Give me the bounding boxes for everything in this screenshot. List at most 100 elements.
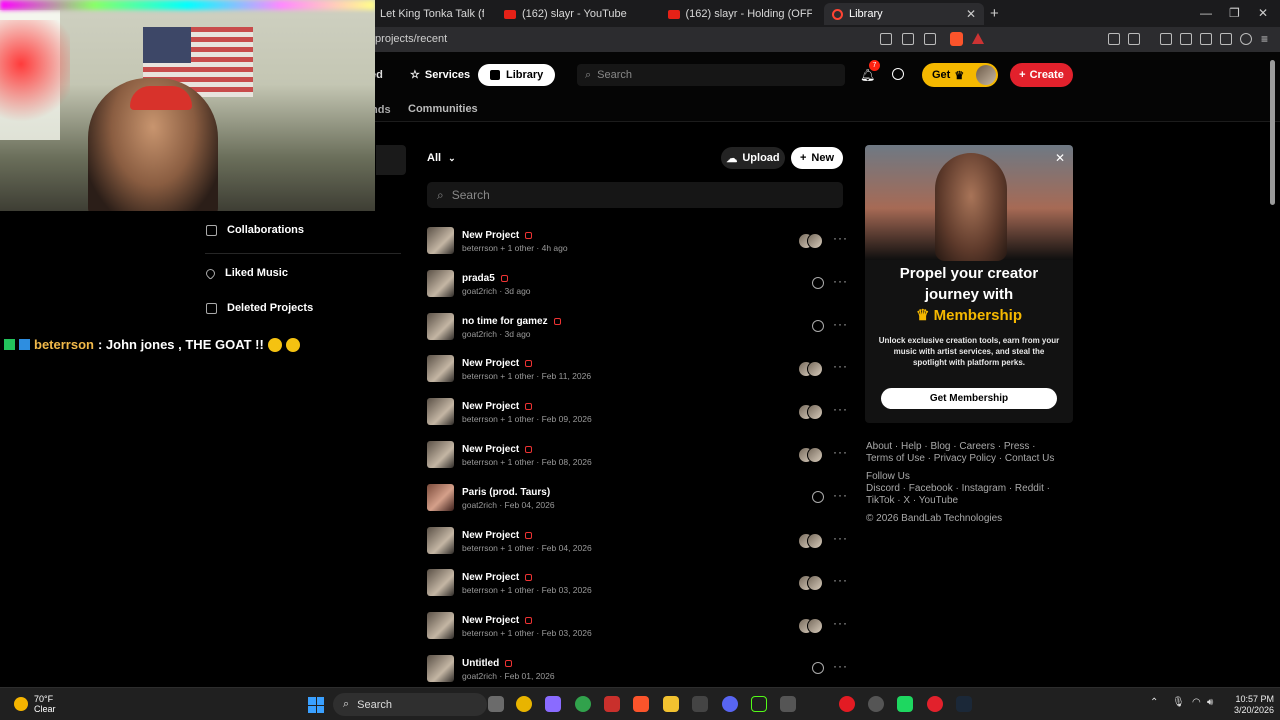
add-collaborator-icon[interactable]: [812, 490, 824, 503]
new-tab-icon[interactable]: +: [990, 5, 999, 22]
extensions-puzzle-icon[interactable]: [1108, 33, 1120, 45]
create-button[interactable]: + Create: [1010, 63, 1073, 87]
collaborator-avatars[interactable]: [798, 618, 824, 635]
minimize-icon[interactable]: —: [1200, 6, 1212, 20]
capcut-icon[interactable]: [692, 696, 708, 712]
bandlab-app-icon[interactable]: [927, 696, 943, 712]
project-title-wrap[interactable]: New Project: [462, 572, 533, 583]
project-thumbnail[interactable]: [427, 269, 454, 297]
more-options-icon[interactable]: ···: [833, 402, 848, 416]
sidebar-item-deleted-projects[interactable]: Deleted Projects: [206, 302, 313, 314]
vpn-icon[interactable]: [1240, 33, 1252, 45]
project-row[interactable]: New Project beterrson + 1 other · Feb 04,…: [427, 526, 848, 557]
new-project-button[interactable]: + New: [791, 147, 843, 169]
chrome-icon[interactable]: [516, 696, 532, 712]
project-title-wrap[interactable]: Untitled: [462, 658, 513, 669]
leo-icon[interactable]: [1220, 33, 1232, 45]
collaborator-avatars[interactable]: [798, 361, 824, 378]
collaborator-avatars[interactable]: [798, 532, 824, 549]
project-row[interactable]: Paris (prod. Taurs) goat2rich · Feb 04, 2…: [427, 483, 848, 514]
add-collaborator-icon[interactable]: [812, 319, 824, 332]
more-options-icon[interactable]: ···: [833, 659, 848, 673]
microphone-icon[interactable]: 🎙︎: [1172, 697, 1185, 708]
project-row[interactable]: New Project beterrson + 1 other · Feb 03,…: [427, 569, 847, 599]
close-icon[interactable]: ✕: [1055, 151, 1065, 165]
more-options-icon[interactable]: ···: [833, 573, 848, 587]
close-window-icon[interactable]: ✕: [1258, 6, 1268, 20]
weather-widget[interactable]: 70°F Clear: [14, 694, 56, 714]
project-thumbnail[interactable]: [427, 355, 454, 383]
brave-rewards-icon[interactable]: [972, 33, 984, 44]
project-thumbnail[interactable]: [427, 655, 454, 682]
project-title-wrap[interactable]: prada5: [462, 273, 508, 284]
footer-line2[interactable]: Terms of Use · Privacy Policy · Contact …: [866, 453, 1066, 465]
page-scrollbar[interactable]: [1270, 60, 1275, 205]
library-search-input[interactable]: ⌕ Search: [427, 182, 843, 208]
project-row[interactable]: New Project beterrson + 1 other · Feb 03,…: [427, 612, 847, 642]
project-title-wrap[interactable]: New Project: [462, 401, 533, 412]
brave-shields-icon[interactable]: [950, 32, 963, 46]
close-tab-icon[interactable]: ✕: [966, 7, 976, 21]
more-options-icon[interactable]: ···: [833, 274, 848, 288]
screenshot-icon[interactable]: [902, 33, 914, 45]
project-row[interactable]: New Project beterrson + 1 other · Feb 08,…: [427, 441, 847, 471]
sidebar-item-liked-music[interactable]: Liked Music: [204, 266, 288, 280]
project-thumbnail[interactable]: [427, 312, 454, 340]
tab-king-tonka[interactable]: Let King Tonka Talk (feat. King ...: [372, 3, 492, 25]
project-row[interactable]: Untitled goat2rich · Feb 01, 2026 ···: [427, 655, 847, 685]
footer-social1[interactable]: Discord · Facebook · Instagram · Reddit …: [866, 483, 1066, 495]
extension-icon[interactable]: [880, 33, 892, 45]
project-thumbnail[interactable]: [427, 612, 454, 640]
app-icon[interactable]: [604, 696, 620, 712]
tab-slayr-youtube[interactable]: (162) slayr - YouTube: [496, 3, 656, 25]
project-title-wrap[interactable]: New Project: [462, 530, 533, 541]
xbox-icon[interactable]: [575, 696, 591, 712]
wallet2-icon[interactable]: [1200, 33, 1212, 45]
avatar[interactable]: [976, 65, 996, 85]
music-icon[interactable]: [1160, 33, 1172, 45]
keyboard-icon[interactable]: [780, 696, 796, 712]
menu-icon[interactable]: ≡: [1261, 32, 1268, 46]
discord-icon[interactable]: [722, 696, 738, 712]
project-thumbnail[interactable]: [427, 227, 454, 254]
footer-social2[interactable]: TikTok · X · YouTube: [866, 495, 1066, 507]
project-title-wrap[interactable]: New Project: [462, 444, 533, 455]
wifi-icon[interactable]: ◠: [1192, 697, 1201, 708]
filter-dropdown[interactable]: All ⌄: [427, 152, 456, 164]
task-view-icon[interactable]: [488, 696, 504, 712]
project-row[interactable]: New Project beterrson + 1 other · 4h ago ·…: [427, 227, 847, 257]
volume-icon[interactable]: 🔊︎: [1207, 697, 1213, 708]
copilot-icon[interactable]: [545, 696, 561, 712]
project-thumbnail[interactable]: [427, 441, 454, 468]
project-title-wrap[interactable]: New Project: [462, 615, 533, 626]
more-options-icon[interactable]: ···: [833, 445, 848, 459]
get-membership-promo-button[interactable]: Get Membership: [881, 388, 1057, 409]
sidebar-item-collaborations[interactable]: Collaborations: [206, 224, 304, 236]
more-options-icon[interactable]: ···: [833, 531, 848, 545]
more-options-icon[interactable]: ···: [833, 317, 848, 331]
project-row[interactable]: New Project beterrson + 1 other · Feb 11,…: [427, 355, 847, 385]
system-clock[interactable]: 10:57 PM 3/20/2026: [1224, 694, 1274, 716]
top-search-input[interactable]: ⌕ Search: [577, 64, 845, 86]
project-thumbnail[interactable]: [427, 483, 454, 511]
maximize-icon[interactable]: ❐: [1229, 6, 1240, 20]
project-title-wrap[interactable]: no time for gamez: [462, 316, 561, 327]
project-thumbnail[interactable]: [427, 526, 454, 554]
nav-library[interactable]: Library: [478, 64, 556, 86]
project-thumbnail[interactable]: [427, 569, 454, 597]
file-explorer-icon[interactable]: [663, 696, 679, 712]
add-collaborator-icon[interactable]: [812, 662, 824, 674]
wallet-icon[interactable]: [1128, 33, 1140, 45]
more-options-icon[interactable]: ···: [833, 488, 848, 502]
footer-line1[interactable]: About · Help · Blog · Careers · Press ·: [866, 441, 1066, 453]
project-title-wrap[interactable]: New Project: [462, 358, 533, 369]
share-icon[interactable]: [924, 33, 936, 45]
messages-icon[interactable]: [892, 68, 904, 80]
tab-library[interactable]: Library ✕: [824, 3, 984, 25]
collaborator-avatars[interactable]: [798, 404, 824, 421]
more-options-icon[interactable]: ···: [833, 616, 848, 630]
sidebar-selected-item[interactable]: [376, 145, 406, 175]
more-options-icon[interactable]: ···: [833, 359, 848, 373]
project-title-wrap[interactable]: New Project: [462, 230, 533, 241]
collaborator-avatars[interactable]: [798, 233, 824, 249]
